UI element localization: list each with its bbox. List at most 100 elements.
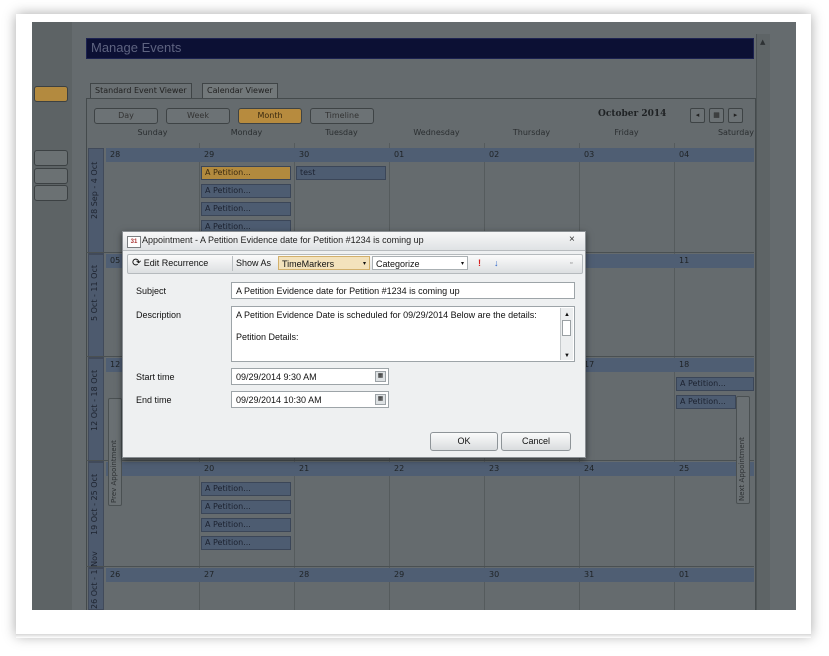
date-cell-number[interactable]: 24 xyxy=(584,464,594,473)
left-dropdown-1[interactable] xyxy=(34,150,68,166)
appointment-item[interactable]: A Petition... xyxy=(201,184,291,198)
close-icon[interactable]: × xyxy=(569,234,575,245)
view-week-button[interactable]: Week xyxy=(166,108,230,124)
end-time-value: 09/29/2014 10:30 AM xyxy=(236,395,322,405)
grid-line xyxy=(86,566,754,567)
categorize-value: Categorize xyxy=(376,259,420,269)
view-month-button[interactable]: Month xyxy=(238,108,302,124)
prev-appointment-button[interactable]: Prev Appointment xyxy=(108,398,122,506)
week-label-text: 26 Oct - 1 Nov xyxy=(90,551,99,609)
date-cell-number[interactable]: 02 xyxy=(489,150,499,159)
tab-standard-event-viewer[interactable]: Standard Event Viewer xyxy=(90,83,192,98)
frame-shadow xyxy=(16,634,811,638)
appointment-item[interactable]: A Petition... xyxy=(201,518,291,532)
date-cell-number[interactable]: 01 xyxy=(679,570,689,579)
prev-appointment-label: Prev Appointment xyxy=(110,440,118,503)
low-importance-icon[interactable]: ↓ xyxy=(494,256,499,271)
week-label-1[interactable]: 28 Sep - 4 Oct xyxy=(88,148,104,254)
prev-month-button[interactable]: ◂ xyxy=(690,108,705,123)
date-cell-number[interactable]: 18 xyxy=(679,360,689,369)
date-cell-number[interactable]: 29 xyxy=(394,570,404,579)
date-picker-icon[interactable]: ▦ xyxy=(375,371,386,382)
view-day-button[interactable]: Day xyxy=(94,108,158,124)
date-cell-number[interactable]: 03 xyxy=(584,150,594,159)
date-picker-icon[interactable]: ▦ xyxy=(375,394,386,405)
edit-recurrence-button[interactable]: ⟳ Edit Recurrence xyxy=(132,256,208,271)
window-scrollbar[interactable] xyxy=(756,34,770,610)
left-panel xyxy=(32,22,72,610)
left-dropdown-3[interactable] xyxy=(34,185,68,201)
week-label-text: 12 Oct - 18 Oct xyxy=(90,369,99,431)
description-label: Description xyxy=(136,310,182,320)
left-dropdown-2[interactable] xyxy=(34,168,68,184)
next-month-button[interactable]: ▸ xyxy=(728,108,743,123)
end-time-field[interactable]: 09/29/2014 10:30 AM ▦ xyxy=(231,391,389,408)
description-text: A Petition Evidence Date is scheduled fo… xyxy=(236,310,537,320)
week-label-5[interactable]: 26 Oct - 1 Nov xyxy=(88,551,104,610)
appointment-item[interactable]: A Petition... xyxy=(201,482,291,496)
cancel-button[interactable]: Cancel xyxy=(501,432,571,451)
day-header-wednesday: Wednesday xyxy=(413,128,460,137)
calendar-picker-button[interactable]: ▦ xyxy=(709,108,724,123)
next-appointment-label: Next Appointment xyxy=(738,437,746,501)
show-as-value: TimeMarkers xyxy=(282,259,335,269)
appointment-item[interactable]: A Petition... xyxy=(201,536,291,550)
date-cell-number[interactable]: 30 xyxy=(299,150,309,159)
appointment-dialog: 31 Appointment - A Petition Evidence dat… xyxy=(122,231,586,458)
date-cell-number[interactable]: 22 xyxy=(394,464,404,473)
left-collapse-button[interactable] xyxy=(34,86,68,102)
date-cell-number[interactable]: 04 xyxy=(679,150,689,159)
appointment-item[interactable]: A Petition... xyxy=(676,377,754,391)
day-header-tuesday: Tuesday xyxy=(325,128,358,137)
date-cell-number[interactable]: 30 xyxy=(489,570,499,579)
day-header-friday: Friday xyxy=(614,128,639,137)
day-header-monday: Monday xyxy=(230,128,263,137)
grid-line xyxy=(86,460,754,461)
date-cell-number[interactable]: 01 xyxy=(394,150,404,159)
week-label-2[interactable]: 5 Oct - 11 Oct xyxy=(88,254,104,358)
date-cell-number[interactable]: 11 xyxy=(679,256,689,265)
dialog-title-bar[interactable]: 31 Appointment - A Petition Evidence dat… xyxy=(123,232,585,251)
date-cell-number[interactable]: 27 xyxy=(204,570,214,579)
high-importance-icon[interactable]: ! xyxy=(478,256,481,271)
description-field[interactable]: A Petition Evidence Date is scheduled fo… xyxy=(231,306,575,362)
view-timeline-button[interactable]: Timeline xyxy=(310,108,374,124)
week-label-3[interactable]: 12 Oct - 18 Oct xyxy=(88,358,104,462)
date-cell-number[interactable]: 21 xyxy=(299,464,309,473)
appointment-item[interactable]: A Petition... xyxy=(201,166,291,180)
tab-calendar-viewer[interactable]: Calendar Viewer xyxy=(202,83,278,98)
page-title-bar: Manage Events xyxy=(86,38,754,59)
date-cell-number[interactable]: 31 xyxy=(584,570,594,579)
show-as-select[interactable]: TimeMarkers ▾ xyxy=(278,256,370,270)
date-cell-number[interactable]: 23 xyxy=(489,464,499,473)
date-cell-number[interactable]: 25 xyxy=(679,464,689,473)
date-cell-number[interactable]: 28 xyxy=(299,570,309,579)
appointment-item[interactable]: A Petition... xyxy=(201,500,291,514)
chevron-down-icon: ▾ xyxy=(362,261,366,267)
scroll-thumb[interactable] xyxy=(562,320,571,336)
end-time-label: End time xyxy=(136,395,172,405)
appointment-item[interactable]: A Petition... xyxy=(201,202,291,216)
next-appointment-button[interactable]: Next Appointment xyxy=(736,396,750,504)
start-time-field[interactable]: 09/29/2014 9:30 AM ▦ xyxy=(231,368,389,385)
appointment-item[interactable]: test xyxy=(296,166,386,180)
recurrence-icon: ⟳ xyxy=(132,257,142,269)
subject-label: Subject xyxy=(136,286,167,296)
toolbar-overflow-icon[interactable]: ▫ xyxy=(570,256,572,271)
scroll-up-icon[interactable]: ▲ xyxy=(760,38,765,46)
ok-button[interactable]: OK xyxy=(430,432,498,451)
date-cell-number[interactable]: 20 xyxy=(204,464,214,473)
description-scrollbar[interactable]: ▲ ▼ xyxy=(560,308,573,360)
appointment-item[interactable]: A Petition... xyxy=(676,395,736,409)
date-cell-number[interactable]: 05 xyxy=(110,256,120,265)
week-label-text: 5 Oct - 11 Oct xyxy=(90,265,99,321)
scroll-down-icon[interactable]: ▼ xyxy=(564,350,570,361)
date-cell-number[interactable]: 28 xyxy=(110,150,120,159)
date-cell-number[interactable]: 26 xyxy=(110,570,120,579)
date-cell-number[interactable]: 12 xyxy=(110,360,120,369)
date-cell-number[interactable]: 29 xyxy=(204,150,214,159)
dialog-title: Appointment - A Petition Evidence date f… xyxy=(142,235,424,245)
categorize-select[interactable]: Categorize ▾ xyxy=(372,256,468,270)
week-label-text: 28 Sep - 4 Oct xyxy=(90,161,99,219)
subject-field[interactable]: A Petition Evidence date for Petition #1… xyxy=(231,282,575,299)
